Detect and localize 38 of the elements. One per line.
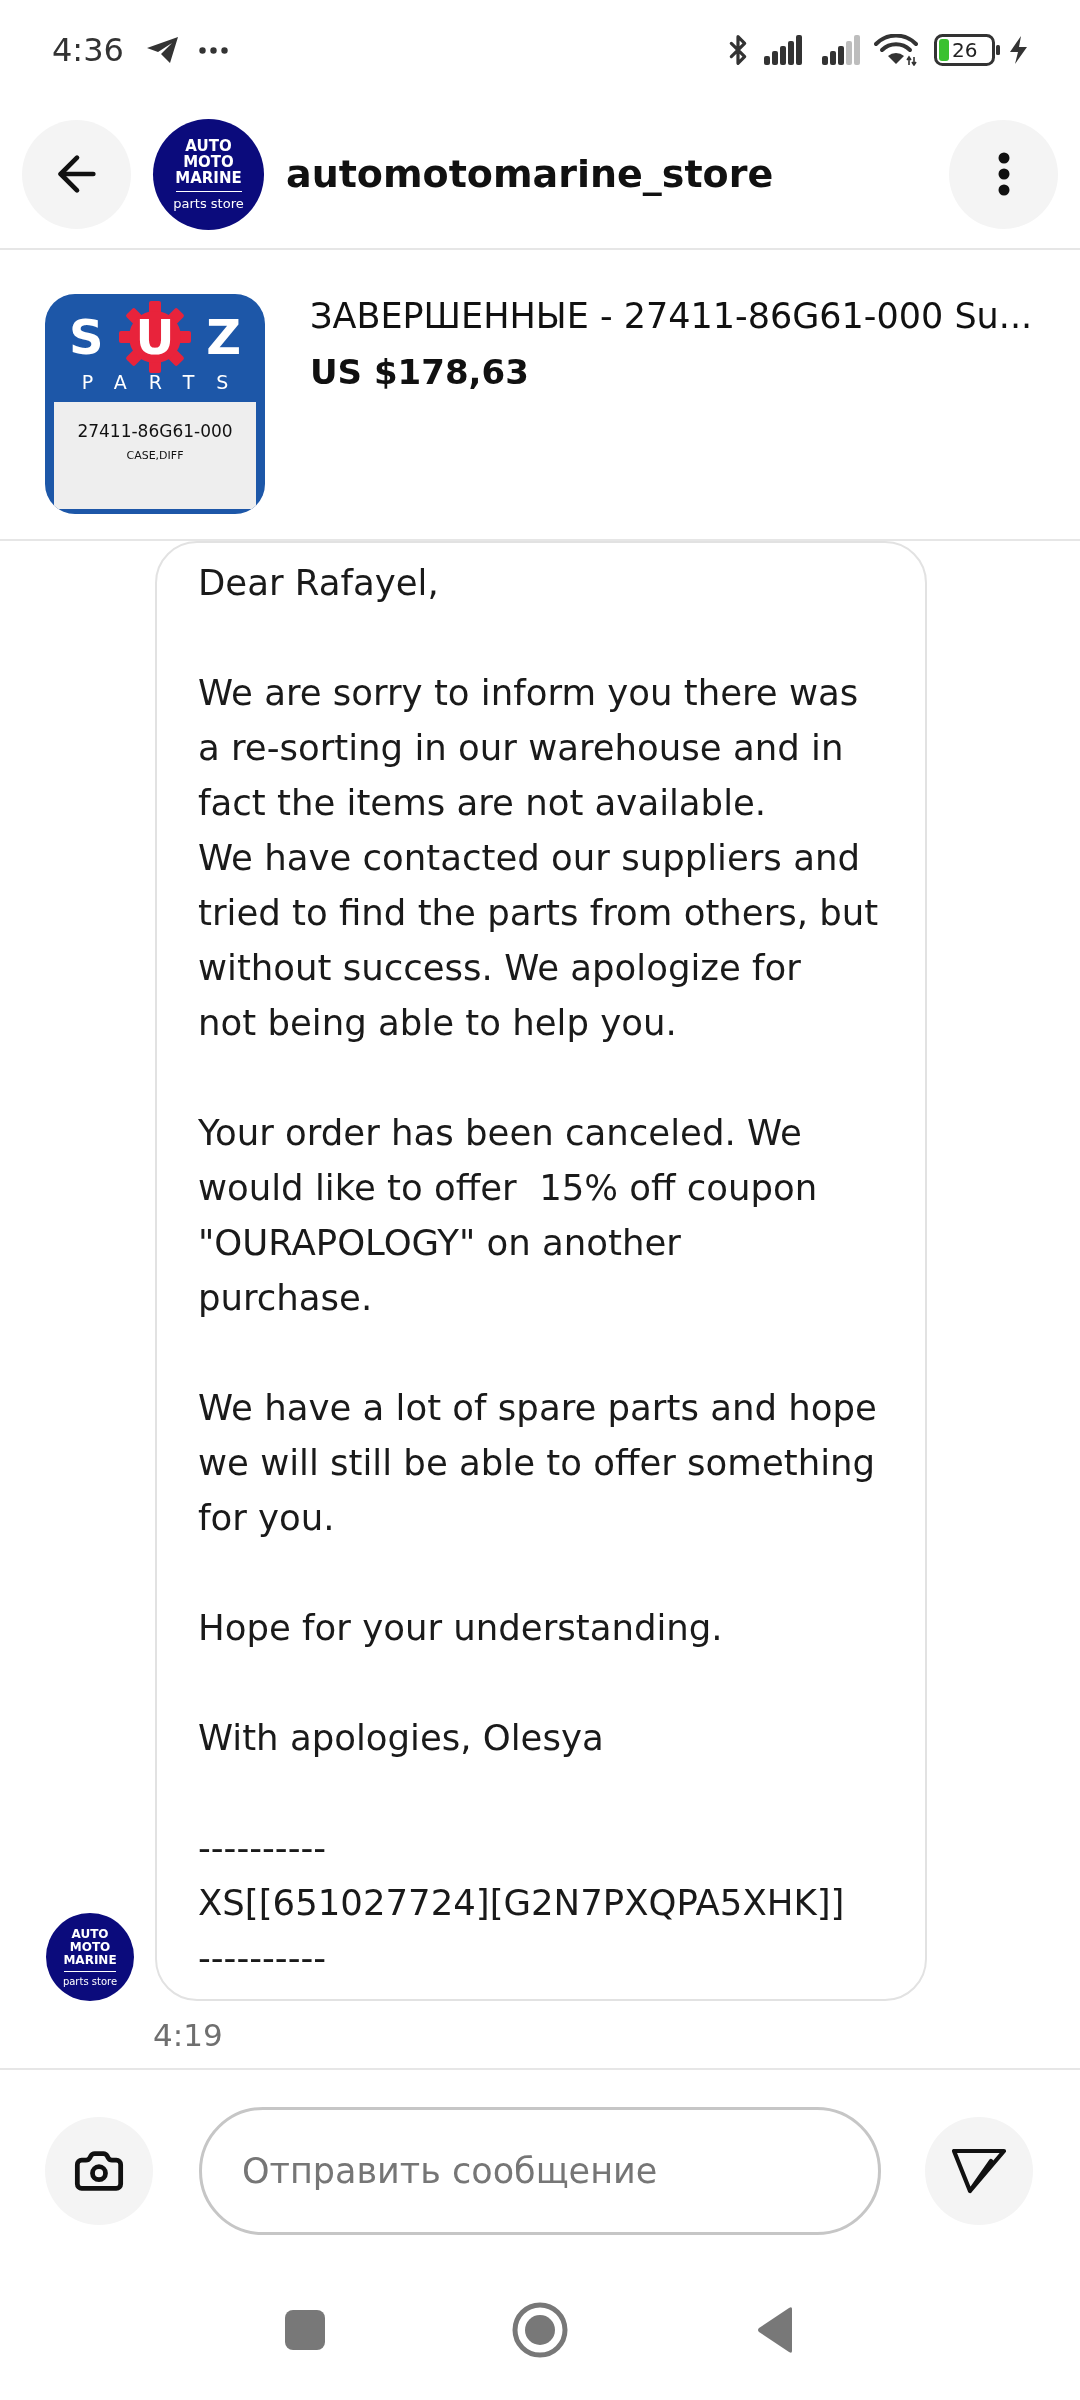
message-paragraph: We have a lot of spare parts and hope we will still be able to offer something for you. xyxy=(198,1386,878,1540)
send-icon xyxy=(951,2148,1007,2194)
part-name: CASE,DIFF xyxy=(126,448,184,464)
brand-line: PARTS xyxy=(81,370,251,394)
bolt-icon xyxy=(1009,36,1028,64)
message-paragraph: Dear Rafayel, xyxy=(198,561,440,605)
paper-plane-icon xyxy=(145,36,179,64)
message-time: 4:19 xyxy=(153,2016,223,2055)
part-number: 27411-86G61-000 xyxy=(77,420,233,442)
signal-icon xyxy=(822,35,860,65)
listing-price: US $178,63 xyxy=(310,351,530,394)
battery-icon xyxy=(934,34,1001,66)
battery-percent: 26 xyxy=(952,39,978,61)
logo-text: AUTO MOTO MARINE xyxy=(63,1927,117,1967)
ellipsis-icon xyxy=(198,46,228,54)
status-time: 4:36 xyxy=(52,30,124,71)
message-paragraph: Your order has been canceled. We would like to offer 15% off coupon "OURAPOLOGY" on another purchase. xyxy=(198,1111,819,1320)
square-icon[interactable] xyxy=(285,2310,325,2350)
message-paragraph: ---------- XS[[651027724][G2N7PXQPA5XHK]] ---------- xyxy=(198,1826,846,1980)
signal-icon xyxy=(764,35,802,65)
logo-letter: U xyxy=(135,312,175,362)
more-icon xyxy=(997,152,1010,196)
gear-icon xyxy=(118,300,192,374)
message-paragraph: We are sorry to inform you there was a re-sorting in our warehouse and in fact the items are not available. We have contacted our suppliers and tried to find the parts from others, but without success. We apologize for not being able to help you. xyxy=(198,671,880,1045)
logo-letter: S xyxy=(69,312,104,362)
ring-icon[interactable] xyxy=(512,2302,568,2358)
triangle-icon[interactable] xyxy=(756,2306,794,2354)
wifi-icon xyxy=(874,34,918,66)
listing-title[interactable]: ЗАВЕРШЕННЫЕ - 27411-86G61-000 Su... xyxy=(310,294,1033,338)
product-thumbnail[interactable]: S U Z PARTS 27411-86G61-000 CASE,DIFF xyxy=(45,294,265,514)
logo-text: AUTO MOTO MARINE xyxy=(175,137,242,186)
message-field[interactable]: Отправить сообщение xyxy=(199,2107,881,2235)
message-paragraph: Hope for your understanding. xyxy=(198,1606,724,1650)
logo-tagline: parts store xyxy=(173,196,244,211)
message-paragraph: With apologies, Olesya xyxy=(198,1716,605,1760)
store-name: automotomarine_store xyxy=(286,150,774,198)
logo-letter: Z xyxy=(206,312,241,362)
logo-tagline: parts store xyxy=(62,1975,118,1987)
